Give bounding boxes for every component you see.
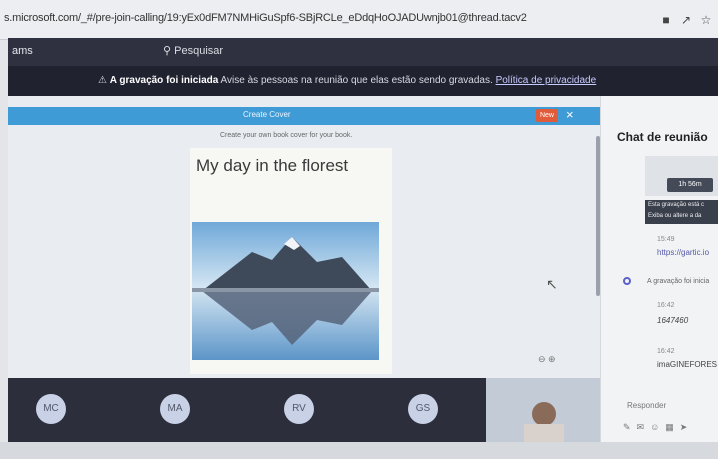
search-label: Pesquisar (174, 45, 224, 57)
modal-title: Create Cover (243, 110, 291, 119)
taskbar (0, 442, 718, 459)
message-time: 16:42 (657, 302, 675, 309)
url-text[interactable]: s.microsoft.com/_#/pre-join-calling/19:y… (4, 12, 527, 24)
message-time: 15:49 (657, 236, 675, 243)
privacy-link[interactable]: Política de privacidade (496, 75, 597, 86)
chat-title: Chat de reunião (617, 130, 708, 144)
new-button[interactable]: New (536, 109, 558, 122)
person-video-icon (486, 378, 600, 442)
recording-banner: ⚠ A gravação foi iniciada Avise às pesso… (8, 66, 718, 96)
banner-bold: A gravação foi iniciada (109, 75, 219, 86)
message-text: imaGINEFORES (657, 360, 718, 369)
message-text: A gravação foi inicia (647, 278, 710, 285)
radio-dot-icon (623, 277, 631, 285)
participants-strip: MC MA RV GS (8, 378, 600, 442)
banner-message: Avise às pessoas na reunião que elas est… (220, 75, 493, 86)
book-cover[interactable]: My day in the florest (190, 148, 392, 374)
app-name: ams (12, 45, 33, 57)
participant-avatar[interactable]: GS (408, 394, 438, 424)
star-icon[interactable]: ☆ (700, 14, 712, 26)
teams-header: ams ⚲ Pesquisar (8, 38, 718, 66)
recording-line: Esta gravação está c (648, 202, 705, 208)
close-icon[interactable]: × (566, 107, 574, 122)
reply-input[interactable]: Responder (627, 401, 666, 410)
participant-avatar[interactable]: RV (284, 394, 314, 424)
browser-address-bar: s.microsoft.com/_#/pre-join-calling/19:y… (0, 0, 718, 40)
message-text: 1647460 (657, 316, 689, 325)
camera-icon[interactable]: ■ (660, 14, 672, 26)
modal-header: Create Cover New × (8, 107, 600, 125)
window-frame (0, 40, 8, 442)
recording-duration: 1h 56m (667, 178, 713, 192)
warning-icon: ⚠ (98, 75, 107, 86)
cursor-icon: ↖ (546, 276, 558, 292)
participant-avatar[interactable]: MC (36, 394, 66, 424)
message-time: 16:42 (657, 348, 675, 355)
search-icon: ⚲ (163, 45, 172, 57)
participant-avatar[interactable]: MA (160, 394, 190, 424)
cover-title[interactable]: My day in the florest (196, 156, 348, 176)
shared-screen: Create Cover New × Create your own book … (8, 96, 600, 378)
zoom-controls[interactable]: ⊖ ⊕ (538, 354, 556, 365)
search-input[interactable]: ⚲ Pesquisar (163, 44, 223, 57)
message-text[interactable]: https://gartic.io (657, 248, 709, 257)
recording-line: Exiba ou altere a da (648, 213, 702, 219)
share-icon[interactable]: ↗ (680, 14, 692, 26)
compose-toolbar[interactable]: ✎✉☺▦➤ (623, 422, 693, 433)
banner-text: ⚠ A gravação foi iniciada Avise às pesso… (98, 75, 596, 86)
modal-subtitle: Create your own book cover for your book… (220, 132, 353, 139)
mountain-image (192, 222, 379, 360)
chat-panel: Chat de reunião 1h 56m Esta gravação est… (600, 96, 718, 442)
self-video[interactable] (486, 378, 600, 442)
recording-notice: Esta gravação está c Exiba ou altere a d… (645, 200, 718, 224)
